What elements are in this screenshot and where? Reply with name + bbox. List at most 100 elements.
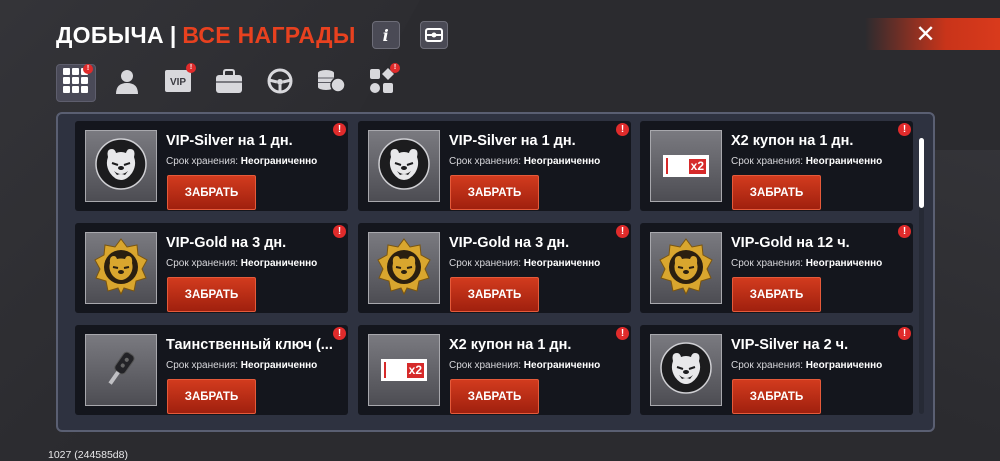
alert-icon: ! bbox=[616, 327, 629, 340]
scrollbar-thumb[interactable] bbox=[919, 138, 924, 208]
reward-thumbnail bbox=[368, 232, 440, 304]
reward-card: x2 X2 купон на 1 дн. Срок хранения: Неогра… bbox=[358, 325, 631, 415]
storage-value: Неограниченно bbox=[805, 360, 883, 371]
storage-info: Срок хранения: Неограниченно bbox=[731, 258, 882, 269]
reward-thumbnail: x2 bbox=[650, 130, 722, 202]
notification-badge: ! bbox=[186, 63, 196, 73]
header: ДОБЫЧА | ВСЕ НАГРАДЫ i bbox=[56, 20, 448, 50]
page-title: ДОБЫЧА bbox=[56, 21, 164, 48]
coupon-label: x2 bbox=[688, 158, 706, 174]
alert-icon: ! bbox=[333, 327, 346, 340]
tab-profile[interactable] bbox=[107, 64, 147, 102]
storage-label: Срок хранения: bbox=[166, 360, 239, 371]
shapes-icon bbox=[369, 67, 395, 99]
scrollbar[interactable] bbox=[919, 138, 924, 414]
storage-label: Срок хранения: bbox=[731, 258, 804, 269]
info-button[interactable]: i bbox=[371, 21, 400, 49]
reward-thumbnail bbox=[85, 232, 157, 304]
bag-icon bbox=[215, 68, 243, 99]
reward-name: VIP-Silver на 1 дн. bbox=[449, 133, 576, 149]
reward-name: X2 купон на 1 дн. bbox=[731, 133, 854, 149]
x2-coupon-icon: x2 bbox=[663, 155, 709, 177]
reward-name: Таинственный ключ (... bbox=[166, 337, 333, 353]
alert-icon: ! bbox=[898, 123, 911, 136]
storage-value: Неограниченно bbox=[523, 360, 601, 371]
coupon-stripe bbox=[666, 158, 676, 174]
lootbox-icon bbox=[424, 28, 443, 42]
alert-icon: ! bbox=[898, 225, 911, 238]
storage-value: Неограниченно bbox=[523, 156, 601, 167]
claim-button[interactable]: ЗАБРАТЬ bbox=[167, 175, 256, 210]
gold-bear-icon bbox=[375, 237, 433, 300]
reward-card: Таинственный ключ (... Срок хранения: Нео… bbox=[75, 325, 348, 415]
page-subtitle: ВСЕ НАГРАДЫ bbox=[182, 21, 356, 48]
reward-name: VIP-Gold на 3 дн. bbox=[166, 235, 287, 251]
storage-info: Срок хранения: Неограниченно bbox=[731, 360, 882, 371]
info-icon: i bbox=[382, 25, 389, 45]
claim-button[interactable]: ЗАБРАТЬ bbox=[167, 379, 256, 414]
storage-label: Срок хранения: bbox=[166, 156, 239, 167]
alert-icon: ! bbox=[616, 123, 629, 136]
coins-icon bbox=[316, 68, 346, 99]
storage-label: Срок хранения: bbox=[166, 258, 239, 269]
reward-card: VIP-Silver на 1 дн. Срок хранения: Неогра… bbox=[358, 121, 631, 211]
storage-info: Срок хранения: Неограниченно bbox=[731, 156, 882, 167]
reward-name: VIP-Gold на 3 дн. bbox=[449, 235, 570, 251]
silver-bear-icon bbox=[94, 137, 148, 196]
storage-label: Срок хранения: bbox=[449, 156, 522, 167]
tab-vip[interactable]: VIP! bbox=[158, 63, 198, 102]
storage-value: Неограниченно bbox=[523, 258, 601, 269]
title-separator: | bbox=[169, 21, 177, 48]
storage-value: Неограниченно bbox=[805, 156, 883, 167]
reward-thumbnail bbox=[368, 130, 440, 202]
storage-info: Срок хранения: Неограниченно bbox=[449, 258, 600, 269]
claim-button[interactable]: ЗАБРАТЬ bbox=[450, 277, 539, 312]
close-button[interactable]: ✕ bbox=[865, 18, 1000, 50]
reward-card: VIP-Gold на 3 дн. Срок хранения: Неограни… bbox=[358, 223, 631, 313]
reward-thumbnail bbox=[650, 232, 722, 304]
coupon-label: x2 bbox=[406, 362, 424, 378]
reward-thumbnail: x2 bbox=[368, 334, 440, 406]
reward-name: VIP-Silver на 2 ч. bbox=[731, 337, 849, 353]
reward-card: VIP-Gold на 3 дн. Срок хранения: Неограни… bbox=[75, 223, 348, 313]
storage-value: Неограниченно bbox=[240, 156, 318, 167]
storage-label: Срок хранения: bbox=[731, 360, 804, 371]
storage-value: Неограниченно bbox=[805, 258, 883, 269]
rewards-panel: VIP-Silver на 1 дн. Срок хранения: Неогра… bbox=[56, 112, 935, 432]
storage-label: Срок хранения: bbox=[449, 258, 522, 269]
tab-all[interactable]: ! bbox=[56, 64, 96, 102]
tab-items[interactable] bbox=[209, 64, 249, 102]
reward-thumbnail bbox=[650, 334, 722, 406]
claim-button[interactable]: ЗАБРАТЬ bbox=[732, 277, 821, 312]
tab-other[interactable]: ! bbox=[362, 63, 402, 102]
lootbox-button[interactable] bbox=[419, 21, 448, 49]
reward-name: X2 купон на 1 дн. bbox=[449, 337, 572, 353]
storage-info: Срок хранения: Неограниченно bbox=[449, 360, 600, 371]
notification-badge: ! bbox=[390, 63, 400, 73]
claim-button[interactable]: ЗАБРАТЬ bbox=[167, 277, 256, 312]
tab-money[interactable] bbox=[311, 64, 351, 102]
storage-label: Срок хранения: bbox=[449, 360, 522, 371]
category-tabs: ! VIP!! bbox=[56, 63, 413, 102]
storage-info: Срок хранения: Неограниченно bbox=[166, 156, 317, 167]
steering-wheel-icon bbox=[266, 67, 294, 100]
reward-thumbnail bbox=[85, 130, 157, 202]
storage-value: Неограниченно bbox=[240, 258, 318, 269]
reward-card: VIP-Silver на 1 дн. Срок хранения: Неогра… bbox=[75, 121, 348, 211]
person-icon bbox=[113, 67, 141, 100]
gold-bear-icon bbox=[657, 237, 715, 300]
claim-button[interactable]: ЗАБРАТЬ bbox=[732, 379, 821, 414]
claim-button[interactable]: ЗАБРАТЬ bbox=[732, 175, 821, 210]
reward-name: VIP-Silver на 1 дн. bbox=[166, 133, 293, 149]
claim-button[interactable]: ЗАБРАТЬ bbox=[450, 379, 539, 414]
reward-card: VIP-Silver на 2 ч. Срок хранения: Неогран… bbox=[640, 325, 913, 415]
claim-button[interactable]: ЗАБРАТЬ bbox=[450, 175, 539, 210]
tab-vehicles[interactable] bbox=[260, 64, 300, 102]
x2-coupon-icon: x2 bbox=[381, 359, 427, 381]
storage-info: Срок хранения: Неограниченно bbox=[449, 156, 600, 167]
alert-icon: ! bbox=[333, 225, 346, 238]
reward-thumbnail bbox=[85, 334, 157, 406]
reward-name: VIP-Gold на 12 ч. bbox=[731, 235, 850, 251]
notification-badge: ! bbox=[83, 64, 93, 74]
storage-info: Срок хранения: Неограниченно bbox=[166, 258, 317, 269]
